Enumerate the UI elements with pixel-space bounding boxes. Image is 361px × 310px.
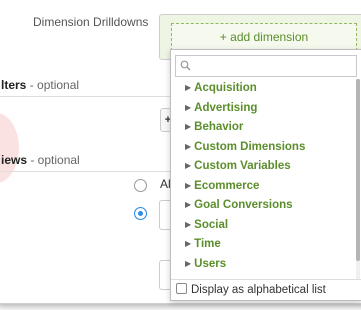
dimension-drilldowns-label: Dimension Drilldowns: [33, 15, 149, 29]
triangle-right-icon: ▶: [185, 258, 192, 268]
category-label: Users: [194, 257, 227, 270]
background-logo: [0, 113, 19, 183]
alphabetical-label: Display as alphabetical list: [191, 284, 326, 296]
dimension-category-list: ▶ Acquisition ▶ Advertising ▶ Behavior ▶ Cus…: [171, 79, 355, 279]
category-acquisition[interactable]: ▶ Acquisition: [171, 79, 355, 99]
selected-views-radio[interactable]: [134, 207, 147, 220]
triangle-right-icon: ▶: [185, 180, 192, 190]
category-custom-variables[interactable]: ▶ Custom Variables: [171, 157, 355, 177]
triangle-right-icon: ▶: [185, 83, 192, 92]
category-time[interactable]: ▶ Time: [171, 235, 355, 255]
category-users[interactable]: ▶ Users: [171, 255, 355, 275]
category-label: Custom Variables: [194, 160, 291, 172]
category-label: Custom Dimensions: [194, 140, 306, 153]
category-label: Time: [194, 238, 221, 250]
category-ecommerce[interactable]: ▶ Ecommerce: [171, 177, 355, 197]
views-divider: [0, 171, 173, 172]
alphabetical-checkbox[interactable]: [176, 283, 187, 294]
category-label: Goal Conversions: [194, 199, 293, 211]
category-label: Behavior: [194, 121, 244, 133]
triangle-right-icon: ▶: [185, 102, 192, 112]
triangle-right-icon: ▶: [185, 200, 192, 209]
scrollbar-thumb[interactable]: [356, 79, 360, 261]
add-dimension-button[interactable]: + add dimension: [171, 23, 357, 51]
dimension-dropdown: ▶ Acquisition ▶ Advertising ▶ Behavior ▶ Cus…: [170, 49, 361, 301]
all-views-radio[interactable]: [134, 179, 147, 192]
triangle-right-icon: ▶: [185, 219, 192, 229]
search-icon: [180, 60, 191, 71]
category-advertising[interactable]: ▶ Advertising: [171, 99, 355, 119]
category-label: Advertising: [194, 101, 258, 114]
category-behavior[interactable]: ▶ Behavior: [171, 118, 355, 138]
category-label: Social: [194, 218, 229, 231]
filters-heading: lters - optional: [1, 78, 79, 92]
dimension-search-input[interactable]: [175, 55, 357, 77]
triangle-right-icon: ▶: [185, 122, 192, 131]
category-custom-dimensions[interactable]: ▶ Custom Dimensions: [171, 138, 355, 158]
category-social[interactable]: ▶ Social: [171, 216, 355, 236]
category-goal-conversions[interactable]: ▶ Goal Conversions: [171, 196, 355, 216]
category-label: Ecommerce: [194, 179, 260, 192]
filters-divider: [0, 96, 173, 97]
triangle-right-icon: ▶: [185, 239, 192, 248]
triangle-right-icon: ▶: [185, 141, 192, 151]
views-heading: iews - optional: [1, 153, 80, 167]
views-optional: - optional: [27, 153, 80, 167]
category-label: Acquisition: [194, 82, 257, 94]
dropdown-scrollbar[interactable]: [356, 79, 360, 279]
filters-optional: - optional: [26, 78, 80, 92]
triangle-right-icon: ▶: [185, 161, 192, 170]
filters-title: lters: [1, 78, 27, 92]
views-title: iews: [1, 153, 28, 167]
alphabetical-toggle[interactable]: Display as alphabetical list: [171, 279, 361, 300]
